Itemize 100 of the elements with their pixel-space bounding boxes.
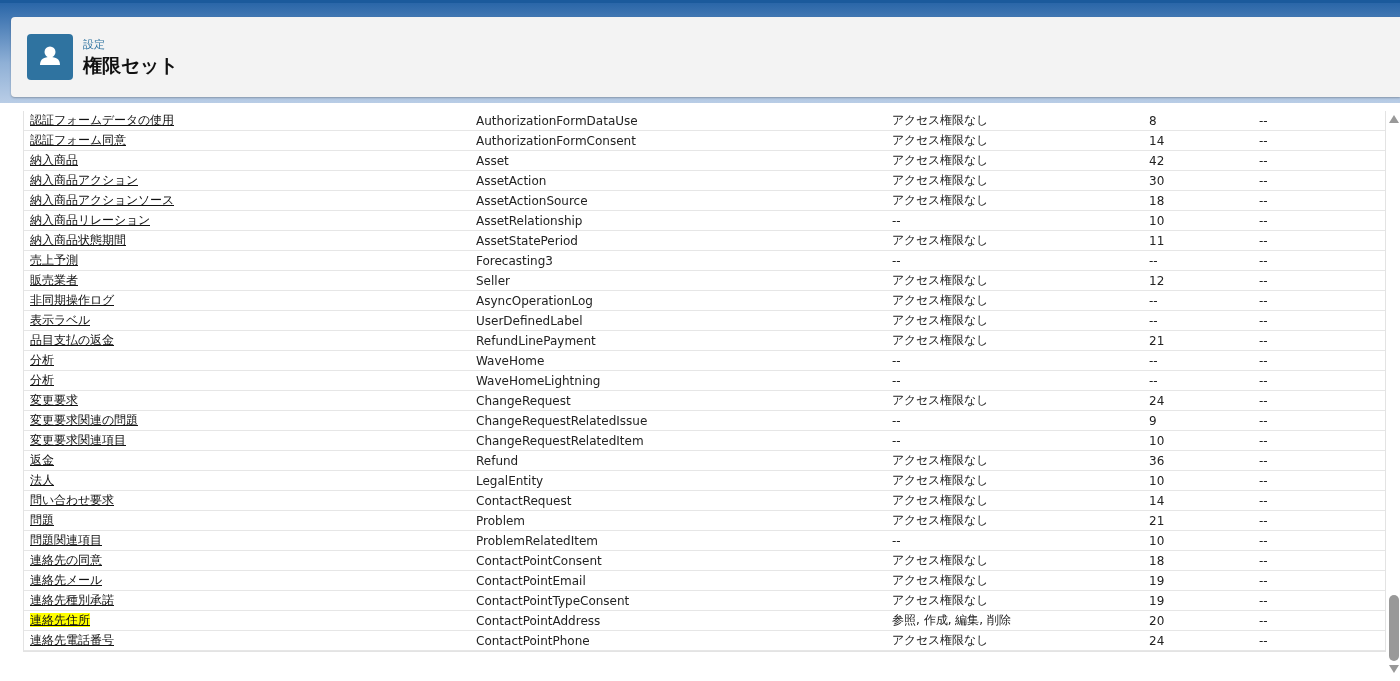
object-link[interactable]: 納入商品リレーション bbox=[30, 213, 150, 227]
table-cell: -- bbox=[1259, 373, 1268, 388]
count-cell: 18 bbox=[1149, 553, 1165, 568]
api-name-cell: RefundLinePayment bbox=[476, 333, 596, 348]
api-name-cell: Asset bbox=[476, 153, 509, 168]
count-cell: -- bbox=[1149, 293, 1158, 308]
count-cell: 12 bbox=[1149, 273, 1165, 288]
api-name-cell: ContactPointConsent bbox=[476, 553, 602, 568]
object-link[interactable]: 納入商品状態期間 bbox=[30, 233, 126, 247]
permission-cell: アクセス権限なし bbox=[892, 553, 988, 567]
object-link[interactable]: 品目支払の返金 bbox=[30, 333, 114, 347]
count-cell: 8 bbox=[1149, 113, 1157, 128]
object-link[interactable]: 分析 bbox=[30, 353, 54, 367]
table-cell: -- bbox=[1259, 333, 1268, 348]
api-name-cell: ChangeRequestRelatedItem bbox=[476, 433, 644, 448]
permission-cell: アクセス権限なし bbox=[892, 293, 988, 307]
object-link[interactable]: 販売業者 bbox=[30, 273, 78, 287]
breadcrumb-link[interactable]: 設定 bbox=[83, 37, 178, 53]
table-cell: -- bbox=[1259, 413, 1268, 428]
object-link[interactable]: 変更要求 bbox=[30, 393, 78, 407]
api-name-cell: ChangeRequestRelatedIssue bbox=[476, 413, 648, 428]
user-icon bbox=[27, 34, 73, 80]
count-cell: 10 bbox=[1149, 433, 1165, 448]
object-link[interactable]: 認証フォームデータの使用 bbox=[30, 113, 174, 127]
object-link[interactable]: 連絡先住所 bbox=[30, 613, 90, 627]
api-name-cell: Forecasting3 bbox=[476, 253, 553, 268]
count-cell: 21 bbox=[1149, 513, 1165, 528]
table-cell: -- bbox=[1259, 613, 1268, 628]
count-cell: 14 bbox=[1149, 133, 1165, 148]
object-link[interactable]: 問い合わせ要求 bbox=[30, 493, 114, 507]
object-link[interactable]: 連絡先種別承諾 bbox=[30, 593, 114, 607]
count-cell: -- bbox=[1149, 253, 1158, 268]
object-link[interactable]: 法人 bbox=[30, 473, 54, 487]
count-cell: 20 bbox=[1149, 613, 1165, 628]
api-name-cell: UserDefinedLabel bbox=[476, 313, 583, 328]
object-link[interactable]: 表示ラベル bbox=[30, 313, 90, 327]
table-cell: -- bbox=[1259, 553, 1268, 568]
count-cell: 10 bbox=[1149, 213, 1165, 228]
count-cell: 19 bbox=[1149, 593, 1165, 608]
count-cell: 36 bbox=[1149, 453, 1165, 468]
page-title: 権限セット bbox=[83, 53, 178, 77]
permission-cell: -- bbox=[892, 533, 901, 548]
permission-cell: -- bbox=[892, 413, 901, 428]
count-cell: 9 bbox=[1149, 413, 1157, 428]
table-cell: -- bbox=[1259, 133, 1268, 148]
scroll-up-icon[interactable] bbox=[1389, 115, 1399, 123]
permission-cell: 参照, 作成, 編集, 削除 bbox=[892, 613, 1011, 627]
table-cell: -- bbox=[1259, 313, 1268, 328]
api-name-cell: AuthorizationFormConsent bbox=[476, 133, 636, 148]
object-link[interactable]: 売上予測 bbox=[30, 253, 78, 267]
scroll-down-icon[interactable] bbox=[1389, 665, 1399, 673]
api-name-cell: Seller bbox=[476, 273, 510, 288]
count-cell: 24 bbox=[1149, 633, 1165, 648]
object-link[interactable]: 変更要求関連の問題 bbox=[30, 413, 138, 427]
count-cell: 21 bbox=[1149, 333, 1165, 348]
table-cell: -- bbox=[1259, 213, 1268, 228]
api-name-cell: ContactPointAddress bbox=[476, 613, 601, 628]
permission-cell: アクセス権限なし bbox=[892, 133, 988, 147]
object-link[interactable]: 非同期操作ログ bbox=[30, 293, 114, 307]
count-cell: 30 bbox=[1149, 173, 1165, 188]
api-name-cell: WaveHome bbox=[476, 353, 545, 368]
permission-cell: -- bbox=[892, 353, 901, 368]
api-name-cell: Problem bbox=[476, 513, 526, 528]
object-link[interactable]: 認証フォーム同意 bbox=[30, 133, 126, 147]
object-link[interactable]: 返金 bbox=[30, 453, 54, 467]
api-name-cell: Refund bbox=[476, 453, 519, 468]
object-link[interactable]: 問題 bbox=[30, 513, 54, 527]
table-cell: -- bbox=[1259, 393, 1268, 408]
permission-cell: -- bbox=[892, 213, 901, 228]
object-link[interactable]: 連絡先メール bbox=[30, 573, 102, 587]
object-link[interactable]: 分析 bbox=[30, 373, 54, 387]
permission-cell: アクセス権限なし bbox=[892, 573, 988, 587]
api-name-cell: ChangeRequest bbox=[476, 393, 571, 408]
table-cell: -- bbox=[1259, 173, 1268, 188]
object-link[interactable]: 納入商品アクション bbox=[30, 173, 138, 187]
count-cell: -- bbox=[1149, 313, 1158, 328]
object-link[interactable]: 問題関連項目 bbox=[30, 533, 102, 547]
table-cell: -- bbox=[1259, 633, 1268, 648]
permission-cell: アクセス権限なし bbox=[892, 513, 988, 527]
object-link[interactable]: 連絡先の同意 bbox=[30, 553, 102, 567]
count-cell: 10 bbox=[1149, 533, 1165, 548]
object-link[interactable]: 納入商品 bbox=[30, 153, 78, 167]
api-name-cell: ContactPointEmail bbox=[476, 573, 586, 588]
count-cell: -- bbox=[1149, 353, 1158, 368]
scrollbar-thumb[interactable] bbox=[1389, 595, 1399, 661]
permission-cell: -- bbox=[892, 433, 901, 448]
table-cell: -- bbox=[1259, 453, 1268, 468]
count-cell: 42 bbox=[1149, 153, 1165, 168]
count-cell: 19 bbox=[1149, 573, 1165, 588]
object-link[interactable]: 変更要求関連項目 bbox=[30, 433, 126, 447]
count-cell: 18 bbox=[1149, 193, 1165, 208]
permission-cell: アクセス権限なし bbox=[892, 113, 988, 127]
permission-cell: アクセス権限なし bbox=[892, 453, 988, 467]
object-link[interactable]: 連絡先電話番号 bbox=[30, 633, 114, 647]
table-cell: -- bbox=[1259, 293, 1268, 308]
permission-cell: アクセス権限なし bbox=[892, 173, 988, 187]
object-link[interactable]: 納入商品アクションソース bbox=[30, 193, 174, 207]
table-cell: -- bbox=[1259, 233, 1268, 248]
table-cell: -- bbox=[1259, 513, 1268, 528]
table-cell: -- bbox=[1259, 533, 1268, 548]
